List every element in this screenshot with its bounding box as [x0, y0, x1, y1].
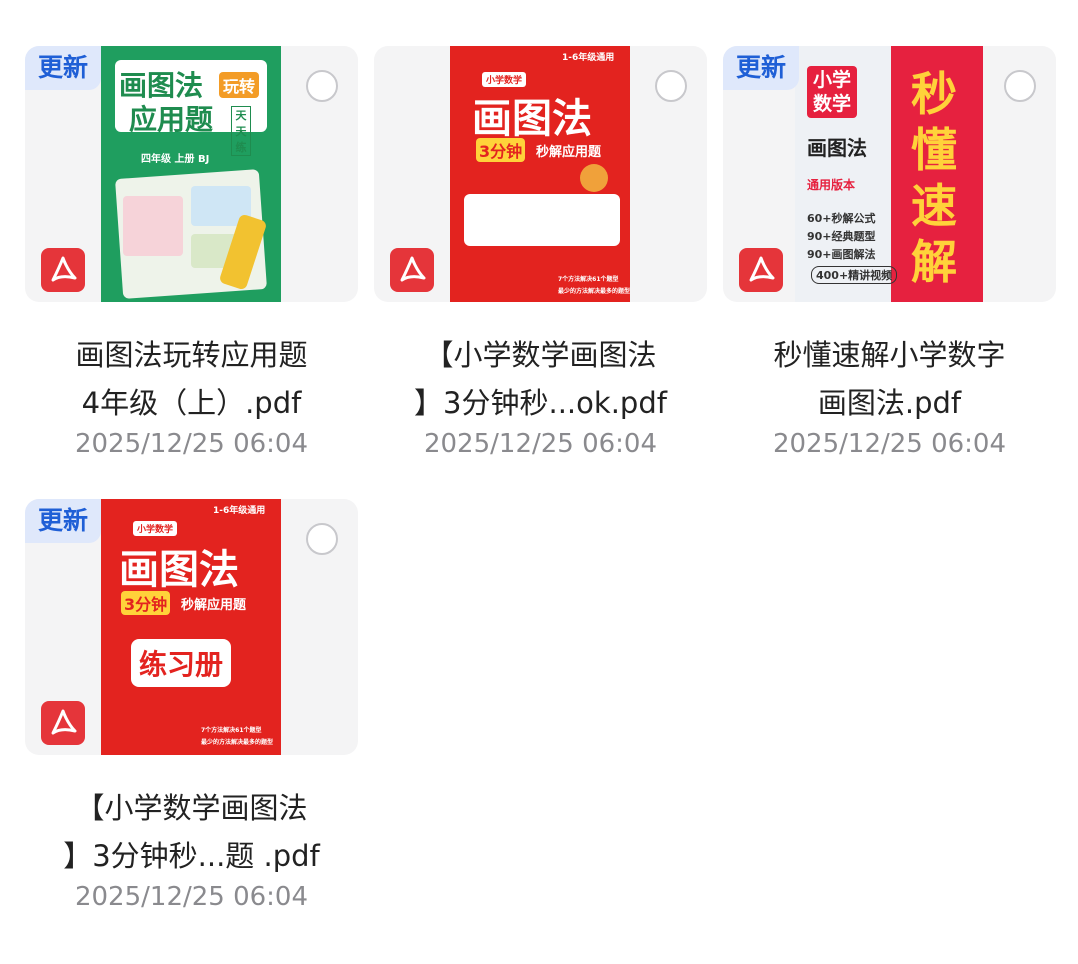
file-date: 2025/12/25 06:04 — [74, 429, 309, 459]
book-cover-image: 小学数学 画图法 秒懂速解 通用版本 60+秒解公式 90+经典题型 90+画图… — [795, 46, 983, 302]
file-thumbnail[interactable]: 画图法 玩转 应用题 天天练 四年级 上册 BJ 更新 — [25, 46, 358, 302]
pdf-icon — [41, 248, 85, 292]
file-name: 【小学数学画图法 】3分钟秒...题 .pdf — [63, 791, 320, 873]
file-grid: 画图法 玩转 应用题 天天练 四年级 上册 BJ 更新 画图法玩转应用题 4年级… — [0, 0, 1078, 964]
pdf-icon — [390, 248, 434, 292]
file-card[interactable]: 画图法 玩转 应用题 天天练 四年级 上册 BJ 更新 画图法玩转应用题 4年级… — [25, 46, 358, 476]
file-name: 画图法玩转应用题 4年级（上）.pdf — [75, 338, 308, 420]
file-thumbnail[interactable]: 1-6年级通用 小学数学 画图法 3分钟 秒解应用题 7个方法解决61个题型 最… — [374, 46, 707, 302]
file-date: 2025/12/25 06:04 — [772, 429, 1007, 459]
select-circle-icon[interactable] — [306, 523, 338, 555]
book-cover-image: 画图法 玩转 应用题 天天练 四年级 上册 BJ — [101, 46, 281, 302]
file-name: 【小学数学画图法 】3分钟秒...ok.pdf — [414, 338, 667, 420]
book-cover-image: 1-6年级通用 小学数学 画图法 3分钟 秒解应用题 练习册 7个方法解决61个… — [101, 499, 281, 755]
file-thumbnail[interactable]: 小学数学 画图法 秒懂速解 通用版本 60+秒解公式 90+经典题型 90+画图… — [723, 46, 1056, 302]
update-badge: 更新 — [25, 499, 101, 543]
select-circle-icon[interactable] — [306, 70, 338, 102]
file-date: 2025/12/25 06:04 — [74, 882, 309, 912]
file-name: 秒懂速解小学数字 画图法.pdf — [773, 338, 1006, 420]
file-date: 2025/12/25 06:04 — [423, 429, 658, 459]
update-badge: 更新 — [25, 46, 101, 90]
book-cover-image: 1-6年级通用 小学数学 画图法 3分钟 秒解应用题 7个方法解决61个题型 最… — [450, 46, 630, 302]
select-circle-icon[interactable] — [1004, 70, 1036, 102]
pdf-icon — [739, 248, 783, 292]
file-card[interactable]: 1-6年级通用 小学数学 画图法 3分钟 秒解应用题 7个方法解决61个题型 最… — [374, 46, 707, 476]
file-card[interactable]: 小学数学 画图法 秒懂速解 通用版本 60+秒解公式 90+经典题型 90+画图… — [723, 46, 1056, 476]
update-badge: 更新 — [723, 46, 799, 90]
select-circle-icon[interactable] — [655, 70, 687, 102]
file-card[interactable]: 1-6年级通用 小学数学 画图法 3分钟 秒解应用题 练习册 7个方法解决61个… — [25, 499, 358, 929]
file-thumbnail[interactable]: 1-6年级通用 小学数学 画图法 3分钟 秒解应用题 练习册 7个方法解决61个… — [25, 499, 358, 755]
pdf-icon — [41, 701, 85, 745]
